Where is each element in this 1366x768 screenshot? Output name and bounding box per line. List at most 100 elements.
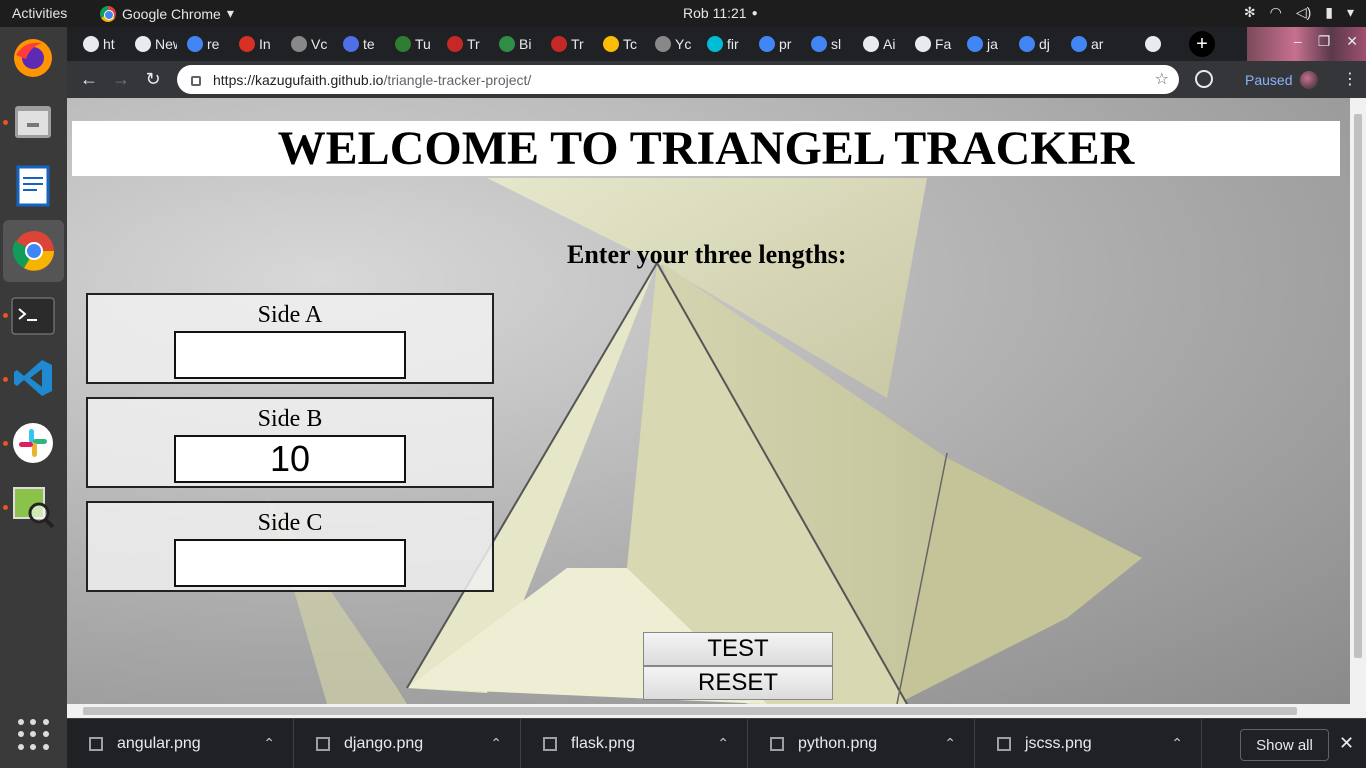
download-item[interactable]: jscss.png ⌃ — [975, 719, 1202, 768]
profile-button[interactable]: Paused — [1235, 65, 1329, 94]
tab[interactable]: Tc — [595, 29, 645, 59]
tab[interactable]: re — [179, 29, 229, 59]
tab[interactable]: Fa — [907, 29, 957, 59]
test-button[interactable]: TEST — [643, 632, 833, 666]
url-path: /triangle-tracker-project/ — [383, 71, 532, 88]
side-c-label: Side C — [257, 510, 323, 536]
show-applications-icon[interactable] — [18, 719, 50, 751]
tab[interactable]: Ai — [855, 29, 905, 59]
favicon-icon — [811, 36, 827, 52]
bookmark-star-icon[interactable]: ☆ — [1155, 69, 1169, 89]
firefox-launcher[interactable] — [10, 35, 56, 81]
favicon-icon — [759, 36, 775, 52]
tab[interactable]: fir — [699, 29, 749, 59]
chevron-down-icon: ▾ — [226, 5, 234, 21]
horizontal-scrollbar[interactable] — [67, 704, 1366, 718]
close-icon[interactable]: ✕ — [1346, 33, 1358, 50]
tab[interactable]: ja — [959, 29, 1009, 59]
tab[interactable]: te — [335, 29, 385, 59]
tab-active[interactable] — [1137, 29, 1167, 59]
files-launcher[interactable] — [10, 99, 56, 145]
chevron-up-icon[interactable]: ⌃ — [717, 735, 729, 752]
power-menu-icon: ▾ — [1346, 4, 1354, 20]
system-tray[interactable]: ✻ ◠ ◁) ▮ ▾ — [1244, 4, 1354, 21]
close-icon[interactable]: ✕ — [1339, 733, 1354, 754]
reset-button[interactable]: RESET — [643, 666, 833, 700]
download-item[interactable]: flask.png ⌃ — [521, 719, 748, 768]
instructions-text: Enter your three lengths: — [567, 240, 847, 269]
tab[interactable]: pr — [751, 29, 801, 59]
downloads-shelf: angular.png ⌃ django.png ⌃ flask.png ⌃ p… — [67, 718, 1366, 768]
tab-label: Yc — [675, 36, 692, 52]
favicon-icon — [343, 36, 359, 52]
maximize-icon[interactable]: ❐ — [1318, 33, 1331, 50]
tab[interactable]: Tr — [439, 29, 489, 59]
menu-icon[interactable]: ⋮ — [1342, 69, 1358, 89]
tab-label: ar — [1091, 36, 1104, 52]
download-filename: flask.png — [571, 735, 636, 752]
forward-icon[interactable]: → — [111, 69, 131, 89]
tab[interactable]: dj — [1011, 29, 1061, 59]
volume-icon: ◁) — [1295, 4, 1312, 20]
vscode-icon — [14, 360, 52, 396]
tab[interactable]: New — [127, 29, 177, 59]
tab-label: ht — [103, 36, 115, 52]
vscode-launcher[interactable] — [10, 355, 56, 401]
show-all-button[interactable]: Show all — [1240, 729, 1329, 761]
tab[interactable]: sl — [803, 29, 853, 59]
side-a-input[interactable] — [174, 331, 406, 379]
tab[interactable]: Tu — [387, 29, 437, 59]
reload-icon[interactable]: ↻ — [143, 69, 163, 89]
side-c-input[interactable] — [174, 539, 406, 587]
download-item[interactable]: django.png ⌃ — [294, 719, 521, 768]
side-a-group: Side A — [86, 293, 494, 384]
chevron-up-icon[interactable]: ⌃ — [263, 735, 275, 752]
chevron-up-icon[interactable]: ⌃ — [944, 735, 956, 752]
app-menu[interactable]: Google Chrome ▾ — [100, 5, 234, 22]
download-filename: jscss.png — [1025, 735, 1092, 752]
new-tab-button[interactable]: + — [1189, 31, 1215, 57]
writer-launcher[interactable] — [10, 163, 56, 209]
chevron-up-icon[interactable]: ⌃ — [490, 735, 502, 752]
favicon-icon — [863, 36, 879, 52]
side-b-group: Side B — [86, 397, 494, 488]
terminal-icon — [11, 297, 55, 335]
tab[interactable]: ar — [1063, 29, 1113, 59]
slack-tray-icon[interactable]: ✻ — [1244, 4, 1256, 21]
tab[interactable]: Vc — [283, 29, 333, 59]
tab[interactable]: ht — [75, 29, 125, 59]
dock — [0, 27, 67, 768]
tab[interactable]: Bi — [491, 29, 541, 59]
minimize-icon[interactable]: – — [1294, 33, 1302, 50]
back-icon[interactable]: ← — [79, 69, 99, 89]
tab-label: fir — [727, 36, 739, 52]
favicon-icon — [187, 36, 203, 52]
chrome-launcher[interactable] — [3, 220, 64, 282]
tab[interactable]: Tr — [543, 29, 593, 59]
vertical-scrollbar[interactable] — [1350, 98, 1366, 704]
download-item[interactable]: angular.png ⌃ — [67, 719, 294, 768]
download-item[interactable]: python.png ⌃ — [748, 719, 975, 768]
slack-launcher[interactable] — [10, 420, 56, 466]
tab-label: re — [207, 36, 220, 52]
battery-icon: ▮ — [1325, 4, 1333, 20]
clock[interactable]: Rob 11:21 ● — [683, 5, 758, 21]
extension-icon[interactable] — [1195, 70, 1213, 88]
avatar — [1300, 70, 1319, 89]
favicon-icon — [499, 36, 515, 52]
url-host: https://kazugufaith.github.io — [213, 71, 384, 88]
tab[interactable]: In — [231, 29, 281, 59]
terminal-launcher[interactable] — [10, 293, 56, 339]
page-title: WELCOME TO TRIANGEL TRACKER — [72, 121, 1340, 176]
slack-icon — [13, 423, 53, 463]
tab-label: ja — [987, 36, 998, 52]
image-viewer-launcher[interactable] — [10, 484, 56, 530]
side-b-input[interactable] — [174, 435, 406, 483]
address-bar[interactable]: https://kazugufaith.github.io/triangle-t… — [177, 65, 1179, 94]
tab[interactable]: Yc — [647, 29, 697, 59]
favicon-icon — [395, 36, 411, 52]
image-file-icon — [89, 737, 103, 751]
activities-button[interactable]: Activities — [12, 5, 67, 21]
chevron-up-icon[interactable]: ⌃ — [1171, 735, 1183, 752]
chrome-icon — [12, 231, 54, 271]
